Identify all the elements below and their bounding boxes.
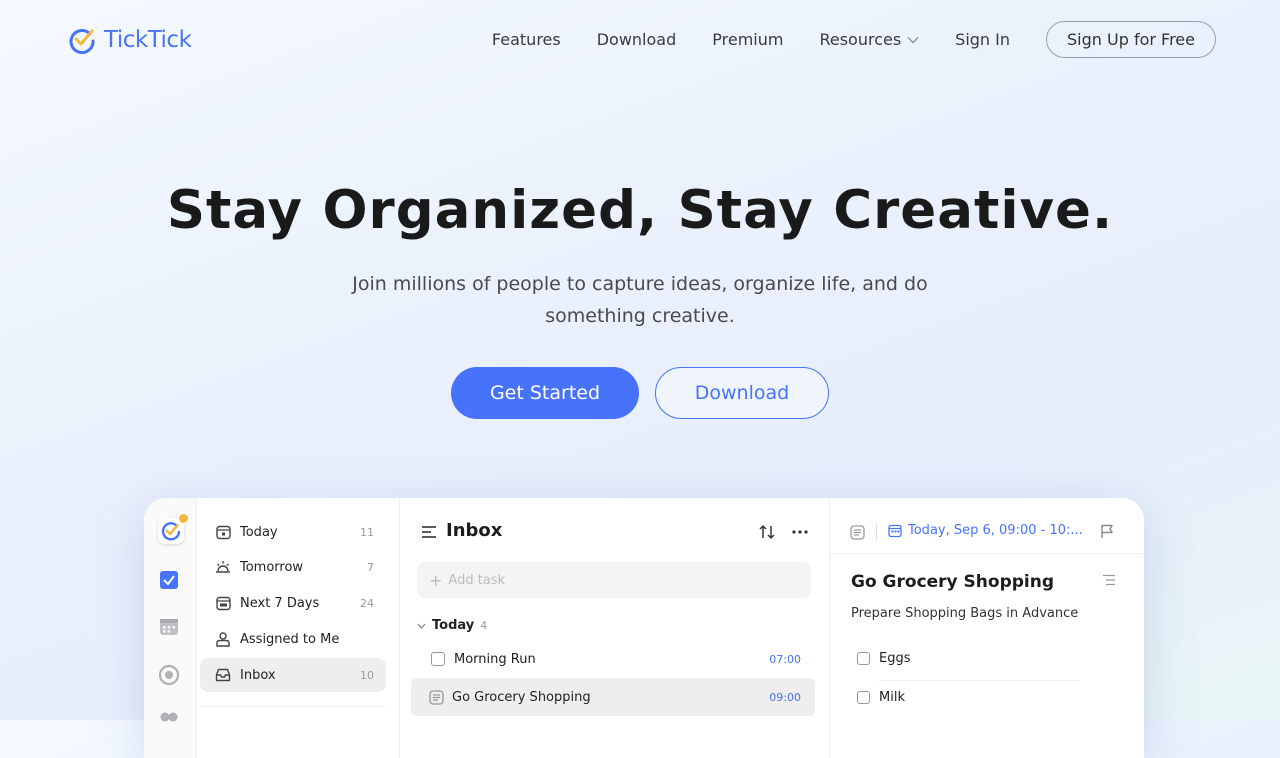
task-checkbox[interactable] [431,652,445,666]
person-icon [216,632,230,647]
hero-title: Stay Organized, Stay Creative. [166,180,1114,241]
calendar-icon[interactable] [158,616,180,638]
checklist-item[interactable]: Milk [857,690,905,705]
app-rail [144,498,197,758]
divider [200,706,386,707]
sidebar-item-count: 10 [360,668,374,682]
task-row-selected[interactable]: Go Grocery Shopping 09:00 [411,678,815,716]
habit-icon[interactable] [158,708,180,730]
checklist-text: Milk [879,690,905,705]
nav-link-resources-label: Resources [819,30,902,49]
plus-icon: + [429,570,443,590]
nav-link-download[interactable]: Download [597,30,677,49]
smart-lists: Today 11 Tomorrow 7 Next 7 Days 24 Assig… [196,498,400,758]
inbox-icon [215,668,231,682]
checklist-checkbox[interactable] [857,652,870,665]
add-task-input[interactable]: + Add task [417,562,811,598]
task-row[interactable]: Morning Run 07:00 [411,642,815,676]
brand-name: TickTick [104,27,192,53]
top-nav: TickTick Features Download Premium Resou… [0,0,1280,80]
nav-link-sign-in[interactable]: Sign In [955,30,1010,49]
app-avatar[interactable] [158,513,189,544]
nav-link-premium[interactable]: Premium [712,30,783,49]
divider [830,553,1144,554]
calendar-icon [888,524,902,537]
task-title: Morning Run [454,651,536,667]
sort-icon[interactable] [759,524,775,540]
nav-links: Features Download Premium Resources Sign… [492,21,1216,58]
calendar-week-icon [215,596,231,610]
download-button[interactable]: Download [655,367,829,419]
sidebar-item-label: Inbox [240,667,276,683]
sidebar-item-label: Assigned to Me [240,631,340,647]
calendar-today-icon [215,525,231,539]
menu-icon[interactable] [421,525,437,539]
note-task-icon[interactable] [429,689,444,705]
brand-logo[interactable]: TickTick [68,26,192,54]
more-options-icon[interactable] [792,529,808,535]
sidebar-item-count: 11 [360,525,374,539]
task-detail-panel: Today, Sep 6, 09:00 - 10:... Go Grocery … [830,498,1144,758]
ticktick-logo-icon [69,29,95,54]
focus-timer-icon[interactable] [158,664,180,686]
checklist-text: Eggs [879,651,911,666]
nav-link-resources[interactable]: Resources [819,30,919,49]
sunrise-icon [216,561,230,573]
notification-dot [178,513,189,524]
sidebar-item-inbox[interactable]: Inbox 10 [200,658,386,692]
sidebar-item-label: Today [240,524,278,540]
task-detail-description[interactable]: Prepare Shopping Bags in Advance [851,606,1078,621]
sidebar-item-label: Tomorrow [240,559,304,575]
checklist-checkbox[interactable] [857,691,870,704]
sidebar-item-today[interactable]: Today 11 [200,515,386,549]
section-label: Today [432,618,475,633]
divider [876,524,877,540]
sidebar-item-next-7-days[interactable]: Next 7 Days 24 [200,586,386,620]
chevron-down-icon [417,623,426,629]
task-list-panel: Inbox + Add task Today 4 Morning Run 07:… [399,498,830,758]
hero-subtitle: Join millions of people to capture ideas… [352,273,928,327]
app-preview: Today 11 Tomorrow 7 Next 7 Days 24 Assig… [144,498,1144,758]
add-task-placeholder: Add task [448,572,506,588]
checkbox-task-icon[interactable] [158,569,180,591]
checklist-item[interactable]: Eggs [857,651,911,666]
section-header-today[interactable]: Today 4 [417,618,487,633]
due-date-text: Today, Sep 6, 09:00 - 10:... [908,523,1083,538]
sidebar-item-label: Next 7 Days [240,595,320,611]
divider [879,680,1080,681]
task-time: 09:00 [769,690,801,704]
due-date[interactable]: Today, Sep 6, 09:00 - 10:... [888,523,1083,538]
note-task-icon[interactable] [850,525,865,540]
chevron-down-icon [907,36,919,43]
task-detail-title[interactable]: Go Grocery Shopping [851,572,1054,592]
sidebar-item-count: 7 [367,560,374,574]
list-view-icon[interactable] [1102,574,1116,586]
task-time: 07:00 [769,652,801,666]
sign-up-button[interactable]: Sign Up for Free [1046,21,1216,58]
sidebar-item-count: 24 [360,596,374,610]
sidebar-item-tomorrow[interactable]: Tomorrow 7 [200,550,386,584]
list-title: Inbox [446,520,503,541]
flag-icon[interactable] [1100,524,1114,539]
nav-link-features[interactable]: Features [492,30,561,49]
get-started-button[interactable]: Get Started [451,367,639,419]
task-title: Go Grocery Shopping [452,689,591,705]
sidebar-item-assigned-to-me[interactable]: Assigned to Me [200,622,386,656]
section-count: 4 [480,619,488,632]
